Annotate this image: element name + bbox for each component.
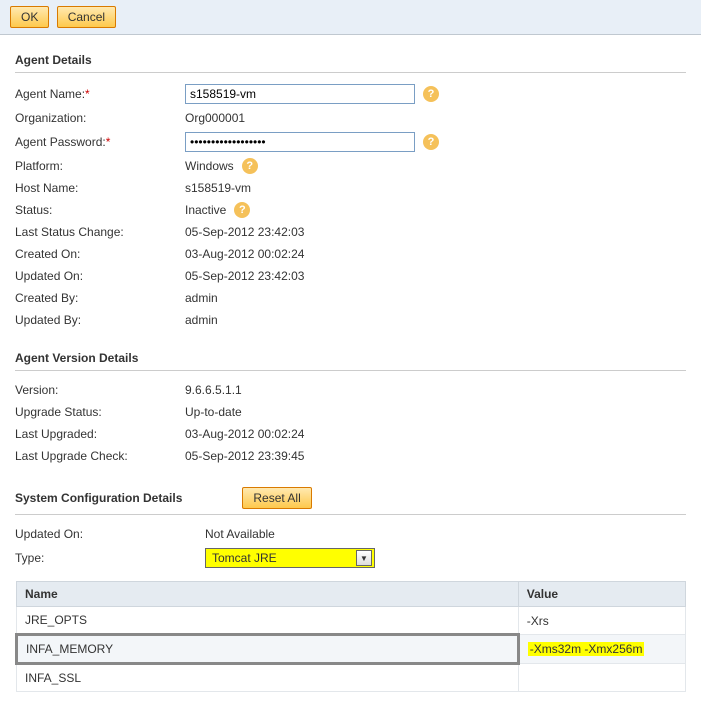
col-header-name: Name xyxy=(17,582,519,607)
table-row[interactable]: INFA_MEMORY -Xms32m -Xmx256m xyxy=(17,635,686,664)
label-created-by: Created By: xyxy=(15,291,185,305)
value-platform: Windows xyxy=(185,159,234,173)
ok-button[interactable]: OK xyxy=(10,6,49,28)
value-created-by: admin xyxy=(185,291,218,305)
help-icon[interactable]: ? xyxy=(242,158,258,174)
cell-value: -Xrs xyxy=(518,607,685,635)
label-last-upgrade-check: Last Upgrade Check: xyxy=(15,449,185,463)
value-version: 9.6.6.5.1.1 xyxy=(185,383,242,397)
label-updated-by: Updated By: xyxy=(15,313,185,327)
label-agent-name: Agent Name:* xyxy=(15,87,185,101)
value-organization: Org000001 xyxy=(185,111,245,125)
type-selected-value: Tomcat JRE xyxy=(212,551,277,565)
label-sys-updated-on: Updated On: xyxy=(15,527,205,541)
label-agent-password: Agent Password:* xyxy=(15,135,185,149)
content-area: Agent Details Agent Name:* ? Organizatio… xyxy=(0,35,701,702)
label-created-on: Created On: xyxy=(15,247,185,261)
label-version: Version: xyxy=(15,383,185,397)
section-title-version-details: Agent Version Details xyxy=(15,343,686,371)
label-last-status-change: Last Status Change: xyxy=(15,225,185,239)
label-status: Status: xyxy=(15,203,185,217)
value-host-name: s158519-vm xyxy=(185,181,251,195)
label-sys-type: Type: xyxy=(15,551,205,565)
cell-name: JRE_OPTS xyxy=(17,607,519,635)
value-updated-by: admin xyxy=(185,313,218,327)
chevron-down-icon: ▼ xyxy=(356,550,372,566)
value-created-on: 03-Aug-2012 00:02:24 xyxy=(185,247,304,261)
section-title-agent-details: Agent Details xyxy=(15,45,686,73)
table-row[interactable]: JRE_OPTS -Xrs xyxy=(17,607,686,635)
value-last-status-change: 05-Sep-2012 23:42:03 xyxy=(185,225,304,239)
cell-name: INFA_MEMORY xyxy=(17,635,519,664)
value-last-upgrade-check: 05-Sep-2012 23:39:45 xyxy=(185,449,304,463)
label-platform: Platform: xyxy=(15,159,185,173)
label-updated-on: Updated On: xyxy=(15,269,185,283)
value-updated-on: 05-Sep-2012 23:42:03 xyxy=(185,269,304,283)
config-table: Name Value JRE_OPTS -Xrs INFA_MEMORY -Xm… xyxy=(15,581,686,692)
section-title-sys-config: System Configuration Details xyxy=(15,491,182,505)
help-icon[interactable]: ? xyxy=(423,86,439,102)
help-icon[interactable]: ? xyxy=(234,202,250,218)
value-upgrade-status: Up-to-date xyxy=(185,405,242,419)
cancel-button[interactable]: Cancel xyxy=(57,6,116,28)
value-last-upgraded: 03-Aug-2012 00:02:24 xyxy=(185,427,304,441)
help-icon[interactable]: ? xyxy=(423,134,439,150)
cell-name: INFA_SSL xyxy=(17,664,519,692)
col-header-value: Value xyxy=(518,582,685,607)
label-last-upgraded: Last Upgraded: xyxy=(15,427,185,441)
label-upgrade-status: Upgrade Status: xyxy=(15,405,185,419)
label-organization: Organization: xyxy=(15,111,185,125)
table-row[interactable]: INFA_SSL xyxy=(17,664,686,692)
agent-name-input[interactable] xyxy=(185,84,415,104)
agent-password-input[interactable] xyxy=(185,132,415,152)
label-host-name: Host Name: xyxy=(15,181,185,195)
cell-value xyxy=(518,664,685,692)
value-sys-updated-on: Not Available xyxy=(205,527,275,541)
value-status: Inactive xyxy=(185,203,226,217)
reset-all-button[interactable]: Reset All xyxy=(242,487,311,509)
type-select[interactable]: Tomcat JRE ▼ xyxy=(205,548,375,568)
cell-value: -Xms32m -Xmx256m xyxy=(518,635,685,664)
top-toolbar: OK Cancel xyxy=(0,0,701,35)
